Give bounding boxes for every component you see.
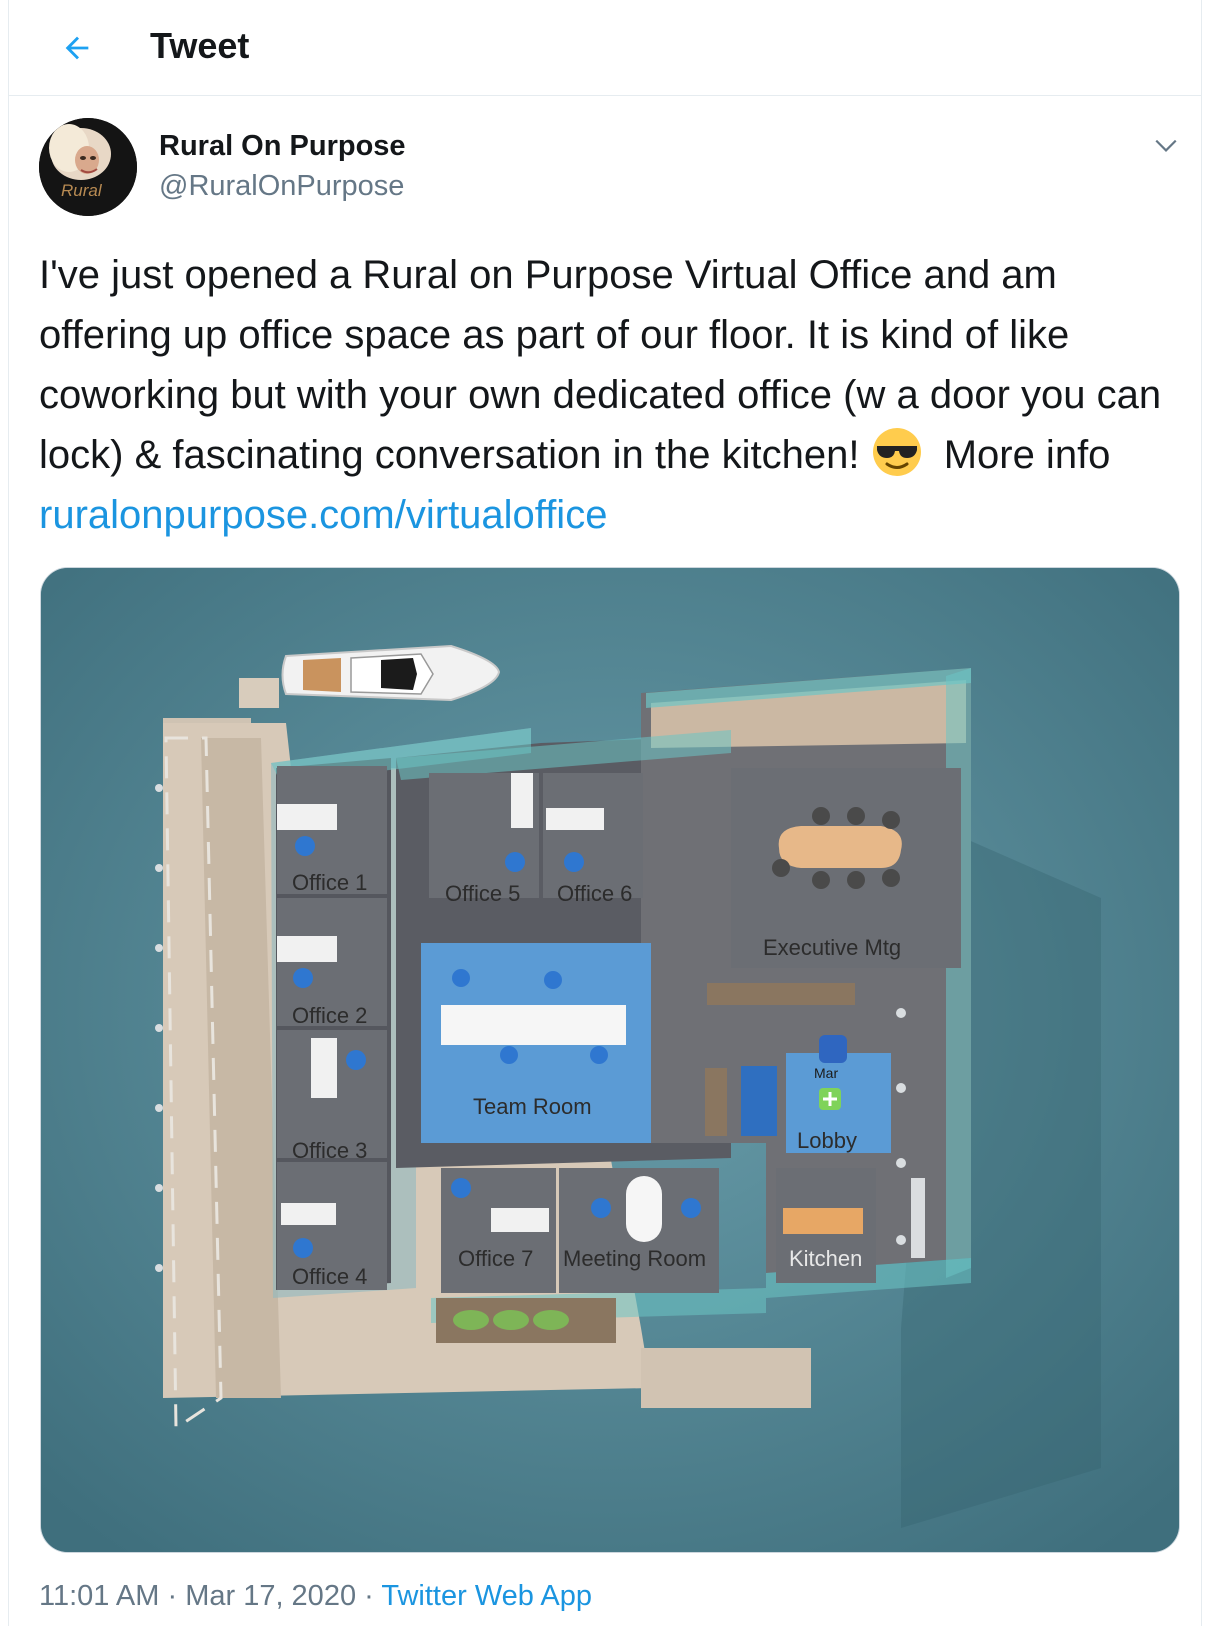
display-name[interactable]: Rural On Purpose bbox=[159, 128, 406, 164]
tweet-meta: 11:01 AM · Mar 17, 2020 · Twitter Web Ap… bbox=[39, 1578, 592, 1614]
avatar[interactable]: Rural bbox=[39, 118, 137, 216]
room-label-team-room: Team Room bbox=[473, 1094, 592, 1119]
avatar-label-mar: Mar bbox=[814, 1065, 838, 1081]
meta-separator: · bbox=[364, 1580, 374, 1612]
room-label-lobby: Lobby bbox=[797, 1128, 857, 1153]
room-label-office7: Office 7 bbox=[458, 1246, 533, 1271]
avatar-photo: Rural bbox=[39, 118, 137, 216]
tweet-time[interactable]: 11:01 AM bbox=[39, 1580, 159, 1612]
page-title: Tweet bbox=[150, 25, 250, 66]
tweet-text: I've just opened a Rural on Purpose Virt… bbox=[39, 245, 1179, 545]
tweet-text-more: More info bbox=[943, 433, 1111, 477]
chevron-down-icon bbox=[1155, 139, 1177, 152]
room-label-office1: Office 1 bbox=[292, 870, 367, 895]
room-label-office2: Office 2 bbox=[292, 1003, 367, 1028]
page-header: Tweet bbox=[9, 0, 1201, 96]
user-handle[interactable]: @RuralOnPurpose bbox=[159, 168, 404, 204]
meta-separator: · bbox=[167, 1580, 178, 1612]
room-label-office5: Office 5 bbox=[445, 881, 520, 906]
floorplan-illustration: Office 1 Office 2 Office 3 Office 4 Offi… bbox=[41, 568, 1179, 1552]
arrow-left-icon bbox=[65, 36, 89, 60]
sunglasses-emoji bbox=[872, 428, 921, 476]
room-label-executive-mtg: Executive Mtg bbox=[763, 935, 901, 960]
tweet-link[interactable]: ruralonpurpose.com/virtualoffice bbox=[39, 493, 607, 537]
back-button[interactable] bbox=[51, 22, 103, 74]
room-label-meeting-room: Meeting Room bbox=[563, 1246, 706, 1271]
room-label-kitchen: Kitchen bbox=[789, 1246, 862, 1271]
tweet-date[interactable]: Mar 17, 2020 bbox=[185, 1580, 356, 1612]
room-label-office3: Office 3 bbox=[292, 1138, 367, 1163]
more-options-button[interactable] bbox=[1149, 128, 1183, 162]
room-label-office4: Office 4 bbox=[292, 1264, 367, 1289]
avatar-logo-text: Rural bbox=[61, 181, 103, 200]
room-label-office6: Office 6 bbox=[557, 881, 632, 906]
floorplan-image[interactable]: Office 1 Office 2 Office 3 Office 4 Offi… bbox=[40, 567, 1180, 1553]
tweet-page: Tweet Rural Rural On Purpose @RuralOnPur… bbox=[8, 0, 1202, 1626]
boat bbox=[281, 644, 501, 702]
source-app-link[interactable]: Twitter Web App bbox=[381, 1580, 592, 1612]
